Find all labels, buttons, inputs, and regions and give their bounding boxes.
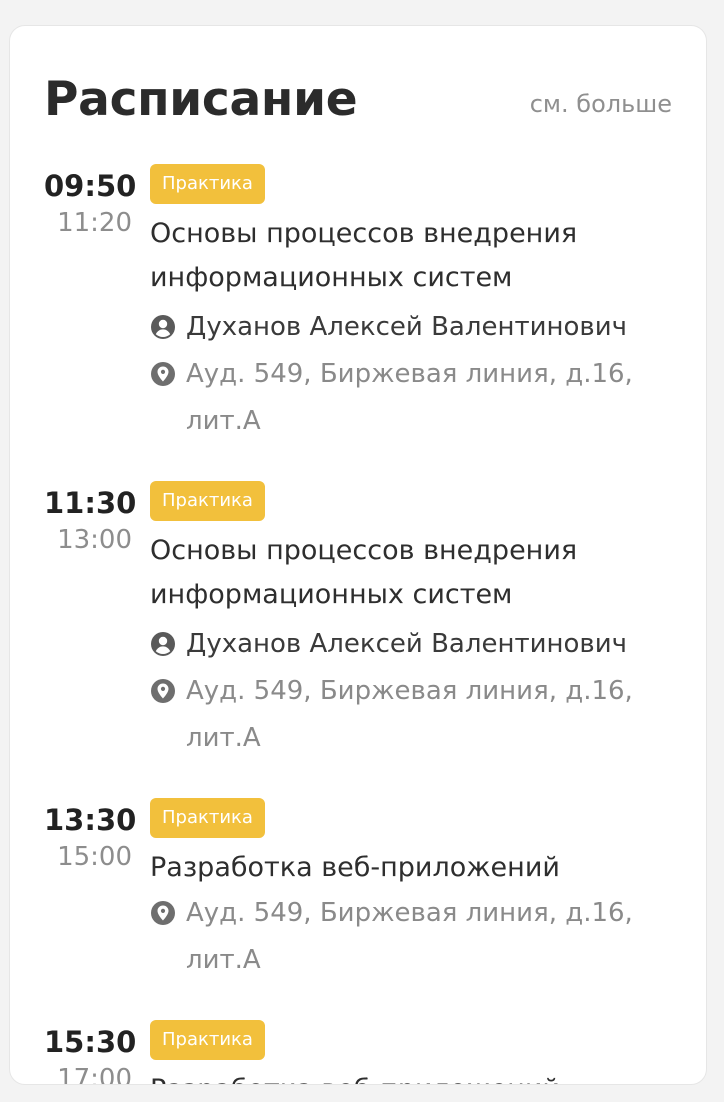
teacher-row: Духанов Алексей Валентинович	[150, 621, 666, 668]
location-text: Ауд. 549, Биржевая линия, д.16, лит.А	[186, 898, 633, 975]
person-icon	[151, 315, 175, 339]
schedule-header: Расписание см. больше	[44, 70, 672, 130]
subject-title: Разработка веб-приложений	[150, 1068, 666, 1084]
teacher-name: Духанов Алексей Валентинович	[186, 629, 627, 659]
location-text: Ауд. 549, Биржевая линия, д.16, лит.А	[186, 676, 633, 753]
see-more-link[interactable]: см. больше	[530, 88, 672, 120]
class-type-badge[interactable]: Практика	[150, 164, 265, 204]
location-row: Ауд. 549, Биржевая линия, д.16, лит.А	[150, 351, 666, 445]
schedule-item[interactable]: 15:30 17:00 Практика Разработка веб-прил…	[10, 1020, 706, 1085]
event-details: Практика Разработка веб-приложений	[150, 1020, 706, 1084]
schedule-item[interactable]: 09:50 11:20 Практика Основы процессов вн…	[10, 164, 706, 445]
subject-title: Разработка веб-приложений	[150, 852, 560, 883]
end-time: 17:00	[57, 1064, 132, 1085]
class-type-badge[interactable]: Практика	[150, 798, 265, 838]
subject-title: Основы процессов внедрения информационны…	[150, 218, 578, 293]
schedule-list: 09:50 11:20 Практика Основы процессов вн…	[10, 164, 706, 1085]
start-time: 15:30	[44, 1025, 137, 1059]
class-type-badge[interactable]: Практика	[150, 481, 265, 521]
schedule-item[interactable]: 11:30 13:00 Практика Основы процессов вн…	[10, 481, 706, 762]
time-range: 15:30 17:00	[44, 1024, 137, 1085]
event-details: Практика Основы процессов внедрения инфо…	[150, 481, 706, 762]
schedule-card: Расписание см. больше 09:50 11:20 Практи…	[9, 25, 707, 1085]
teacher-row: Духанов Алексей Валентинович	[150, 304, 666, 351]
end-time: 15:00	[57, 842, 132, 872]
location-row: Ауд. 549, Биржевая линия, д.16, лит.А	[150, 890, 666, 984]
start-time: 13:30	[44, 803, 137, 837]
person-icon	[151, 632, 175, 656]
location-pin-icon	[151, 901, 175, 925]
time-range: 09:50 11:20	[44, 168, 137, 240]
event-details: Практика Основы процессов внедрения инфо…	[150, 164, 706, 445]
end-time: 13:00	[57, 525, 132, 555]
location-text: Ауд. 549, Биржевая линия, д.16, лит.А	[186, 359, 633, 436]
start-time: 11:30	[44, 486, 137, 520]
location-pin-icon	[151, 362, 175, 386]
teacher-name: Духанов Алексей Валентинович	[186, 312, 627, 342]
class-type-badge[interactable]: Практика	[150, 1020, 265, 1060]
location-pin-icon	[151, 679, 175, 703]
time-range: 11:30 13:00	[44, 485, 137, 557]
location-row: Ауд. 549, Биржевая линия, д.16, лит.А	[150, 668, 666, 762]
end-time: 11:20	[57, 208, 132, 238]
event-details: Практика Разработка веб-приложений Ауд. …	[150, 798, 706, 984]
schedule-item[interactable]: 13:30 15:00 Практика Разработка веб-прил…	[10, 798, 706, 984]
subject-title: Основы процессов внедрения информационны…	[150, 535, 578, 610]
schedule-title: Расписание	[44, 72, 358, 127]
time-range: 13:30 15:00	[44, 802, 137, 874]
start-time: 09:50	[44, 169, 137, 203]
